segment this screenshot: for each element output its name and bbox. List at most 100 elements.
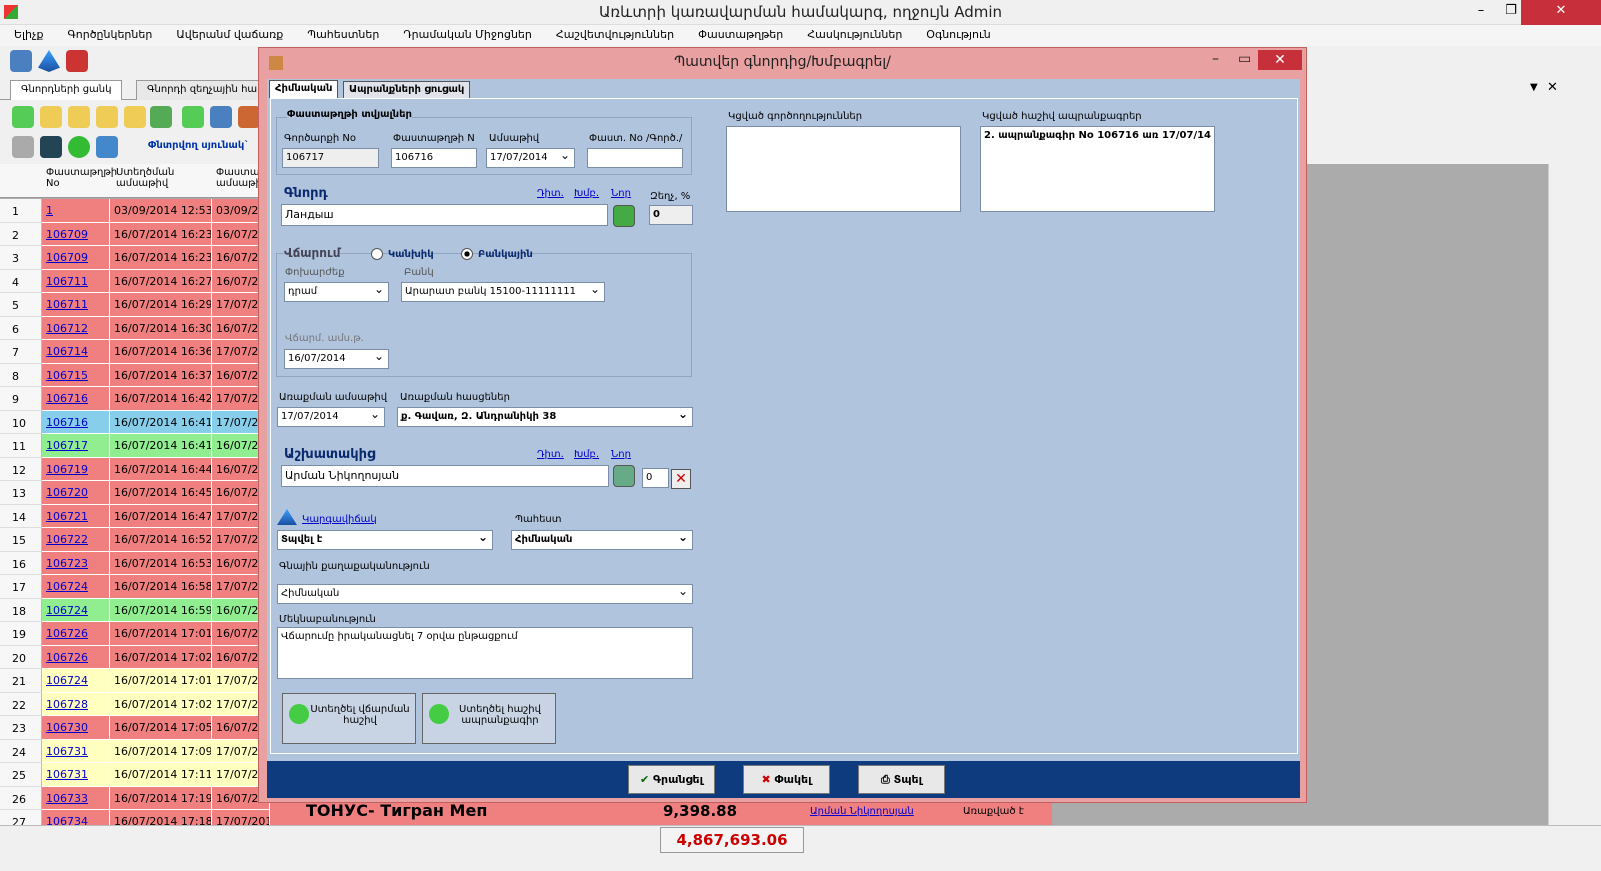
table-row[interactable]: 21 106724 16/07/2014 17:01 17/07/201 [0, 669, 270, 693]
dialog-minimize-button[interactable]: – [1212, 51, 1219, 67]
table-row[interactable]: 12 106719 16/07/2014 16:44 16/07/201 [0, 457, 270, 481]
doc-no-link[interactable]: 1 [42, 199, 110, 223]
col-header-doc-no[interactable]: Փաստաթղթի No [46, 167, 117, 189]
menu-item[interactable]: Հասկություններ [793, 25, 912, 41]
cash-radio[interactable] [371, 248, 383, 260]
delivery-date-field[interactable]: 17/07/2014 [277, 407, 385, 427]
tabs-dropdown-icon[interactable]: ▼ [1530, 82, 1538, 93]
table-row[interactable]: 2710673416/07/2014 17:1817/07/2014 [0, 810, 270, 825]
menu-item[interactable]: Փաստաթղթեր [684, 25, 793, 41]
buyer-picker-icon[interactable] [613, 205, 635, 227]
bank-radio[interactable] [461, 248, 473, 260]
employee-clear-icon[interactable]: ✕ [671, 469, 691, 489]
edit-icon[interactable] [40, 106, 62, 128]
save-button[interactable]: ✔ Գրանցել [628, 765, 715, 794]
doc-no-link[interactable]: 106716 [42, 387, 110, 411]
doc-no-link[interactable]: 106726 [42, 645, 110, 669]
package-icon[interactable] [238, 106, 260, 128]
pay-date-field[interactable]: 16/07/2014 [284, 349, 389, 369]
table-row[interactable]: 23 106730 16/07/2014 17:05 16/07/201 [0, 716, 270, 740]
add-icon[interactable] [12, 106, 34, 128]
table-row[interactable]: 5 106711 16/07/2014 16:29 17/07/201 [0, 293, 270, 317]
table-row[interactable]: 7 106714 16/07/2014 16:36 17/07/201 [0, 340, 270, 364]
doc-no-link[interactable]: 106724 [42, 598, 110, 622]
doc-no-link[interactable]: 106734 [42, 810, 110, 825]
doc-n-field[interactable]: 106716 [391, 148, 477, 168]
delivery-addr-select[interactable]: ք. Գավառ, Զ. Անդրանիկի 38 [397, 407, 693, 427]
close-dialog-button[interactable]: ✖ Փակել [743, 765, 830, 794]
doc-no-link[interactable]: 106731 [42, 763, 110, 787]
tabs-close-icon[interactable]: ✕ [1547, 80, 1558, 95]
table-row[interactable]: 20 106726 16/07/2014 17:02 16/07/201 [0, 645, 270, 669]
linked-invoices-list[interactable]: 2. ապրանքագիր No 106716 առ 17/07/14 [980, 126, 1215, 212]
bank-select[interactable]: Արարատ բանկ 15100-11111111 [401, 282, 605, 302]
employee-number-field[interactable]: 0 [642, 468, 669, 488]
status-select[interactable]: Տպվել է [277, 530, 493, 550]
doc-no-link[interactable]: 106721 [42, 504, 110, 528]
table-row[interactable]: 4 106711 16/07/2014 16:27 16/07/201 [0, 269, 270, 293]
table-row[interactable]: 17 106724 16/07/2014 16:58 17/07/201 [0, 575, 270, 599]
dialog-close-button[interactable]: ✕ [1258, 50, 1302, 70]
menu-item[interactable]: Հաշվետվություններ [542, 25, 684, 41]
linked-ops-list[interactable] [726, 126, 961, 212]
partner-no-field[interactable]: 106717 [282, 148, 379, 168]
employee-field[interactable]: Արման Նիկողոսյան [281, 465, 609, 487]
dialog-maximize-button[interactable]: ▭ [1238, 51, 1251, 67]
menu-item[interactable]: Ելիչք [0, 25, 53, 41]
doc-no-link[interactable]: 106723 [42, 551, 110, 575]
table-row[interactable]: 6 106712 16/07/2014 16:30 16/07/201 [0, 316, 270, 340]
linked-invoice-item[interactable]: 2. ապրանքագիր No 106716 առ 17/07/14 [984, 130, 1211, 141]
table-row[interactable]: 15 106722 16/07/2014 16:52 17/07/201 [0, 528, 270, 552]
table-row[interactable]: 3 106709 16/07/2014 16:23 16/07/201 [0, 246, 270, 270]
price-policy-select[interactable]: Հիմնական [277, 584, 693, 604]
minimize-button[interactable]: – [1466, 0, 1496, 25]
delete-icon[interactable] [150, 106, 172, 128]
doc-no-link[interactable]: 106712 [42, 316, 110, 340]
table-row[interactable]: 9 106716 16/07/2014 16:42 17/07/201 [0, 387, 270, 411]
doc-no-link[interactable]: 106728 [42, 692, 110, 716]
table-row[interactable]: 19 106726 16/07/2014 17:01 16/07/201 [0, 622, 270, 646]
doc-no-link[interactable]: 106719 [42, 457, 110, 481]
close-button[interactable]: ✕ [1521, 0, 1601, 25]
employee-picker-icon[interactable] [613, 465, 635, 487]
doc-no-link[interactable]: 106714 [42, 340, 110, 364]
export-icon[interactable] [210, 106, 232, 128]
table-row[interactable]: 22 106728 16/07/2014 17:02 17/07/201 [0, 692, 270, 716]
ext-no-field[interactable] [587, 148, 683, 168]
doc-no-link[interactable]: 106726 [42, 622, 110, 646]
table-row[interactable]: 2 106709 16/07/2014 16:23 16/07/201 [0, 222, 270, 246]
doc-no-link[interactable]: 106711 [42, 293, 110, 317]
menu-item[interactable]: Պահեստներ [293, 25, 389, 41]
table-row[interactable]: 8 106715 16/07/2014 16:37 16/07/201 [0, 363, 270, 387]
vertical-scrollbar[interactable] [1548, 164, 1568, 825]
doc-no-link[interactable]: 106733 [42, 786, 110, 810]
print-button[interactable]: ⎙ Տպել [858, 765, 945, 794]
doc-no-link[interactable]: 106724 [42, 669, 110, 693]
users-icon[interactable] [96, 136, 118, 158]
star-icon[interactable] [96, 106, 118, 128]
tab-buyers-list[interactable]: Գնորդների ցանկ [10, 80, 123, 100]
house-icon[interactable] [66, 50, 88, 72]
create-pay-invoice-button[interactable]: Ստեղծել վճարման հաշիվ [282, 693, 416, 744]
doc-no-link[interactable]: 106720 [42, 481, 110, 505]
discount-field[interactable]: 0 [649, 205, 693, 225]
warehouse-select[interactable]: Հիմնական [511, 530, 693, 550]
clear-filter-icon[interactable] [12, 136, 34, 158]
doc-no-link[interactable]: 106709 [42, 246, 110, 270]
menu-item[interactable]: Օգնություն [912, 25, 1000, 41]
buyer-edit-link[interactable]: Խմբ. [574, 188, 599, 199]
table-row[interactable]: 24 106731 16/07/2014 17:09 17/07/201 [0, 739, 270, 763]
star2-icon[interactable] [124, 106, 146, 128]
dialog-tab-products[interactable]: Ապրանքների ցուցակ [343, 81, 471, 98]
col-header-created[interactable]: Ստեղծման ամսաթիվ [116, 167, 196, 189]
date-field[interactable]: 17/07/2014 [486, 148, 575, 168]
doc-no-link[interactable]: 106717 [42, 434, 110, 458]
doc-no-link[interactable]: 106731 [42, 739, 110, 763]
table-row[interactable]: 16 106723 16/07/2014 16:53 16/07/201 [0, 551, 270, 575]
table-row[interactable]: 1 1 03/09/2014 12:53 03/09/201 [0, 199, 270, 223]
doc-no-link[interactable]: 106722 [42, 528, 110, 552]
employee-edit-link[interactable]: Խմբ. [574, 449, 599, 460]
create-goods-invoice-button[interactable]: Ստեղծել հաշիվ ապրանքագիր [422, 693, 556, 744]
reload-icon[interactable] [40, 136, 62, 158]
doc-no-link[interactable]: 106715 [42, 363, 110, 387]
